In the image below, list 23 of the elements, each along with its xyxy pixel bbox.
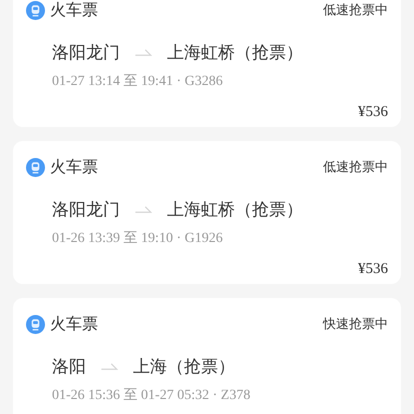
ticket-type: 火车票: [50, 156, 98, 178]
order-status: 快速抢票中: [323, 316, 388, 333]
order-card[interactable]: 火车票 低速抢票中 洛阳龙门 上海虹桥（抢票） 01-27 13:14 至 19:41 · G3286 ¥536: [13, 0, 401, 127]
train-icon: [26, 0, 45, 20]
order-card[interactable]: 火车票 低速抢票中 洛阳龙门 上海虹桥（抢票） 01-26 13:39 至 19:10 · G1926 ¥536: [13, 141, 401, 284]
order-card[interactable]: 火车票 快速抢票中 洛阳 上海（抢票） 01-26 15:36 至 01-27 05:32 · Z378: [13, 298, 401, 414]
train-icon: [26, 314, 45, 334]
trip-details: 01-26 13:39 至 19:10 · G1926: [52, 230, 224, 247]
ticket-type: 火车票: [50, 0, 98, 20]
train-icon: [26, 158, 45, 176]
ticket-type: 火车票: [50, 314, 98, 334]
ticket-price: ¥536: [358, 104, 388, 121]
arrival-station: 上海虹桥（抢票）: [167, 42, 303, 64]
departure-station: 洛阳龙门: [52, 199, 120, 221]
arrival-station: 上海（抢票）: [133, 356, 235, 378]
order-status: 低速抢票中: [323, 159, 388, 176]
departure-station: 洛阳: [52, 356, 86, 378]
order-status: 低速抢票中: [323, 2, 388, 19]
arrival-station: 上海虹桥（抢票）: [167, 199, 303, 221]
trip-details: 01-26 15:36 至 01-27 05:32 · Z378: [52, 387, 252, 404]
ticket-price: ¥536: [358, 261, 388, 278]
trip-details: 01-27 13:14 至 19:41 · G3286: [52, 73, 224, 90]
departure-station: 洛阳龙门: [52, 42, 120, 64]
